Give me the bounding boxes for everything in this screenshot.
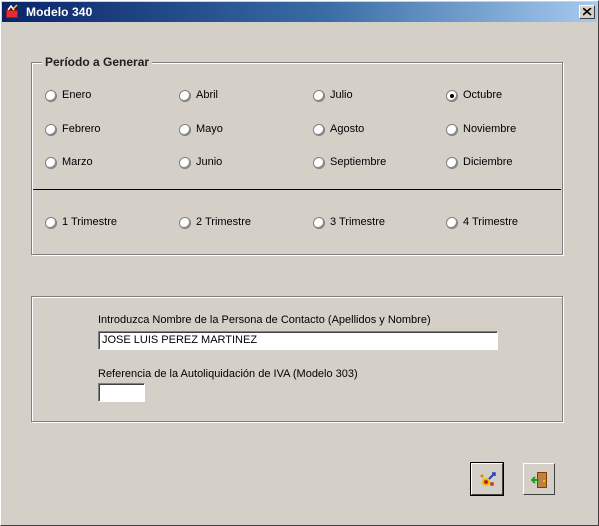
- radio-button[interactable]: [45, 90, 57, 102]
- radio-button[interactable]: [446, 90, 458, 102]
- exit-door-icon: [531, 472, 547, 488]
- radio-label: 1 Trimestre: [62, 216, 118, 228]
- contacto-label: Introduzca Nombre de la Persona de Conta…: [98, 314, 431, 326]
- periodo-legend: Período a Generar: [42, 55, 153, 69]
- radio-button[interactable]: [179, 124, 191, 136]
- radio-button[interactable]: [45, 157, 57, 169]
- contacto-groupbox: Introduzca Nombre de la Persona de Conta…: [31, 296, 563, 422]
- radio-label: Abril: [196, 89, 219, 101]
- close-button[interactable]: [579, 5, 595, 19]
- generate-button[interactable]: [470, 462, 504, 496]
- app-icon: [6, 4, 18, 18]
- periodo-divider: [33, 189, 561, 190]
- radio-button[interactable]: [45, 124, 57, 136]
- radio-button[interactable]: [446, 217, 458, 229]
- radio-label: 3 Trimestre: [330, 216, 386, 228]
- radio-label: Mayo: [196, 123, 223, 135]
- radio-label: Diciembre: [463, 156, 513, 168]
- periodo-groupbox: Período a Generar Enero Abril Julio Octubre…: [31, 55, 563, 255]
- modelo-340-window: Modelo 340 Período a Generar Enero Abril J…: [0, 0, 599, 526]
- radio-label: Marzo: [62, 156, 93, 168]
- radio-button[interactable]: [313, 90, 325, 102]
- radio-label: Septiembre: [330, 156, 387, 168]
- radio-button[interactable]: [313, 217, 325, 229]
- radio-button[interactable]: [446, 157, 458, 169]
- window-title: Modelo 340: [26, 5, 93, 19]
- radio-button[interactable]: [45, 217, 57, 229]
- exit-button[interactable]: [523, 463, 555, 495]
- close-icon: [583, 8, 592, 16]
- radio-label: Noviembre: [463, 123, 517, 135]
- radio-label: 2 Trimestre: [196, 216, 252, 228]
- radio-label: Agosto: [330, 123, 365, 135]
- radio-button[interactable]: [179, 157, 191, 169]
- radio-label: Enero: [62, 89, 92, 101]
- radio-label: 4 Trimestre: [463, 216, 519, 228]
- contacto-input[interactable]: JOSE LUIS PEREZ MARTINEZ: [98, 331, 498, 350]
- radio-label: Junio: [196, 156, 223, 168]
- referencia-label: Referencia de la Autoliquidación de IVA …: [98, 368, 358, 380]
- radio-button[interactable]: [179, 90, 191, 102]
- radio-label: Julio: [330, 89, 353, 101]
- radio-button[interactable]: [313, 124, 325, 136]
- generate-icon: [480, 472, 496, 486]
- radio-button[interactable]: [313, 157, 325, 169]
- radio-label: Octubre: [463, 89, 503, 101]
- title-bar[interactable]: Modelo 340: [2, 2, 597, 22]
- radio-button[interactable]: [446, 124, 458, 136]
- radio-label: Febrero: [62, 123, 101, 135]
- referencia-input[interactable]: [98, 383, 145, 402]
- radio-button[interactable]: [179, 217, 191, 229]
